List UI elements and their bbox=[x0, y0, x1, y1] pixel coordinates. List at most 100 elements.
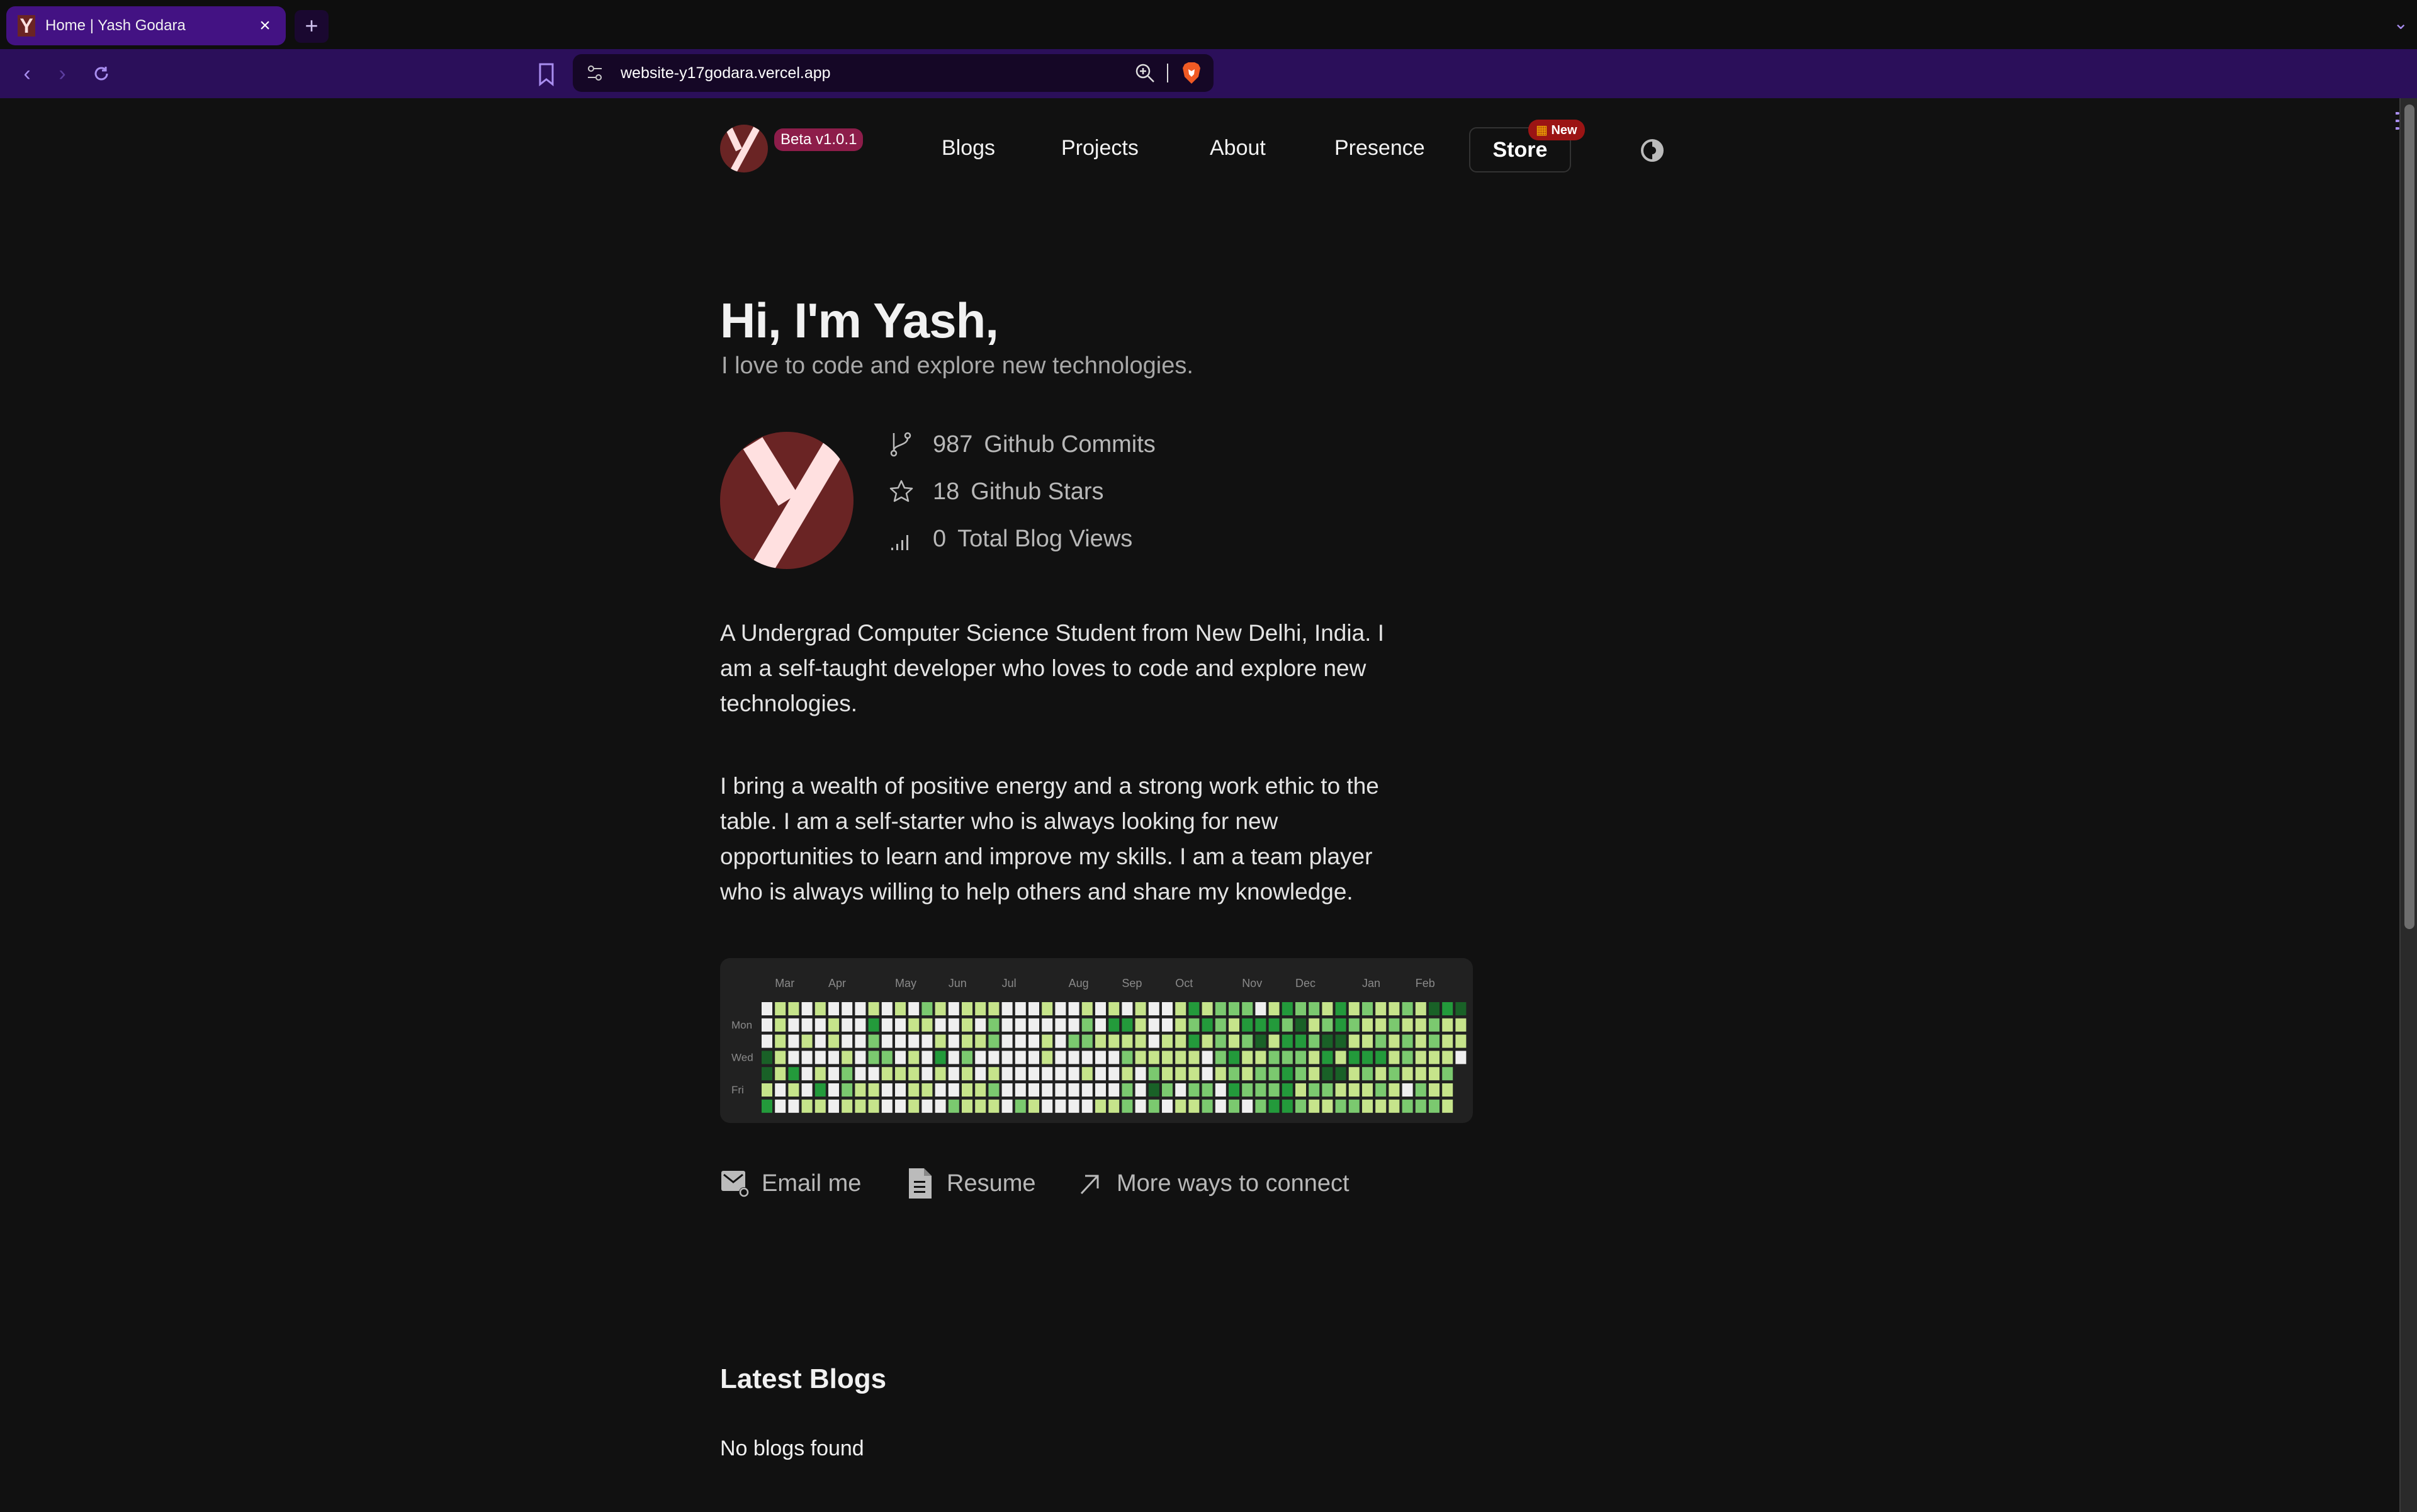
heatmap-cell[interactable] bbox=[1268, 1018, 1280, 1032]
heatmap-cell[interactable] bbox=[1389, 1002, 1400, 1015]
heatmap-cell[interactable] bbox=[1375, 1067, 1387, 1081]
heatmap-cell[interactable] bbox=[1068, 1067, 1079, 1081]
nav-link-about[interactable]: About bbox=[1210, 136, 1266, 161]
more-ways-to-connect-link[interactable]: More ways to connect bbox=[1075, 1167, 1349, 1200]
heatmap-cell[interactable] bbox=[1001, 1067, 1013, 1081]
heatmap-cell[interactable] bbox=[962, 1067, 972, 1081]
heatmap-cell[interactable] bbox=[962, 1099, 972, 1113]
heatmap-cell[interactable] bbox=[1162, 1051, 1173, 1064]
resume-link[interactable]: Resume bbox=[905, 1167, 1036, 1200]
heatmap-cell[interactable] bbox=[1148, 1051, 1159, 1064]
heatmap-cell[interactable] bbox=[1415, 1002, 1426, 1015]
heatmap-cell[interactable] bbox=[1042, 1034, 1053, 1048]
heatmap-cell[interactable] bbox=[1375, 1099, 1387, 1113]
heatmap-cell[interactable] bbox=[1108, 1099, 1120, 1113]
heatmap-cell[interactable] bbox=[962, 1018, 972, 1032]
heatmap-cell[interactable] bbox=[762, 1018, 772, 1032]
heatmap-cell[interactable] bbox=[1162, 1099, 1173, 1113]
brave-shields-icon[interactable] bbox=[1182, 62, 1201, 84]
heatmap-cell[interactable] bbox=[1402, 1067, 1413, 1081]
heatmap-cell[interactable] bbox=[921, 1034, 933, 1048]
heatmap-cell[interactable] bbox=[935, 1067, 946, 1081]
heatmap-cell[interactable] bbox=[1429, 1018, 1439, 1032]
heatmap-cell[interactable] bbox=[1309, 1083, 1320, 1097]
heatmap-cell[interactable] bbox=[1215, 1034, 1226, 1048]
heatmap-cell[interactable] bbox=[1442, 1051, 1453, 1064]
heatmap-cell[interactable] bbox=[1295, 1083, 1306, 1097]
heatmap-cell[interactable] bbox=[828, 1018, 839, 1032]
heatmap-cell[interactable] bbox=[1442, 1067, 1453, 1081]
heatmap-cell[interactable] bbox=[1348, 1051, 1360, 1064]
heatmap-cell[interactable] bbox=[842, 1018, 853, 1032]
heatmap-cell[interactable] bbox=[855, 1002, 866, 1015]
heatmap-cell[interactable] bbox=[1362, 1051, 1373, 1064]
heatmap-cell[interactable] bbox=[1081, 1051, 1093, 1064]
heatmap-cell[interactable] bbox=[1028, 1083, 1039, 1097]
scrollbar-thumb[interactable] bbox=[2404, 104, 2414, 929]
heatmap-cell[interactable] bbox=[775, 1051, 786, 1064]
heatmap-cell[interactable] bbox=[1429, 1034, 1439, 1048]
heatmap-cell[interactable] bbox=[1042, 1099, 1053, 1113]
heatmap-cell[interactable] bbox=[814, 1034, 826, 1048]
heatmap-cell[interactable] bbox=[1268, 1002, 1280, 1015]
heatmap-cell[interactable] bbox=[1402, 1083, 1413, 1097]
heatmap-cell[interactable] bbox=[895, 1099, 906, 1113]
heatmap-cell[interactable] bbox=[1442, 1002, 1453, 1015]
heatmap-cell[interactable] bbox=[1175, 1034, 1186, 1048]
heatmap-cell[interactable] bbox=[1415, 1051, 1426, 1064]
heatmap-cell[interactable] bbox=[814, 1067, 826, 1081]
heatmap-cell[interactable] bbox=[1215, 1067, 1226, 1081]
heatmap-cell[interactable] bbox=[1188, 1051, 1200, 1064]
heatmap-cell[interactable] bbox=[1042, 1067, 1053, 1081]
heatmap-cell[interactable] bbox=[1095, 1067, 1106, 1081]
zoom-icon[interactable] bbox=[1134, 62, 1156, 84]
back-button[interactable]: ‹ bbox=[11, 58, 43, 89]
heatmap-cell[interactable] bbox=[962, 1083, 972, 1097]
heatmap-cell[interactable] bbox=[788, 1002, 799, 1015]
heatmap-cell[interactable] bbox=[1175, 1018, 1186, 1032]
heatmap-cell[interactable] bbox=[1255, 1067, 1266, 1081]
heatmap-cell[interactable] bbox=[868, 1018, 879, 1032]
heatmap-cell[interactable] bbox=[962, 1002, 972, 1015]
heatmap-cell[interactable] bbox=[1429, 1051, 1439, 1064]
heatmap-cell[interactable] bbox=[1028, 1018, 1039, 1032]
heatmap-cell[interactable] bbox=[1095, 1034, 1106, 1048]
heatmap-cell[interactable] bbox=[908, 1067, 920, 1081]
heatmap-cell[interactable] bbox=[801, 1051, 813, 1064]
heatmap-cell[interactable] bbox=[842, 1067, 853, 1081]
heatmap-cell[interactable] bbox=[842, 1099, 853, 1113]
heatmap-cell[interactable] bbox=[814, 1083, 826, 1097]
heatmap-cell[interactable] bbox=[1282, 1083, 1293, 1097]
heatmap-cell[interactable] bbox=[1348, 1067, 1360, 1081]
heatmap-cell[interactable] bbox=[1055, 1034, 1066, 1048]
heatmap-cell[interactable] bbox=[1095, 1099, 1106, 1113]
heatmap-cell[interactable] bbox=[948, 1051, 959, 1064]
heatmap-cell[interactable] bbox=[1429, 1002, 1439, 1015]
heatmap-cell[interactable] bbox=[1309, 1099, 1320, 1113]
heatmap-cell[interactable] bbox=[935, 1083, 946, 1097]
heatmap-cell[interactable] bbox=[1375, 1018, 1387, 1032]
heatmap-cell[interactable] bbox=[1055, 1099, 1066, 1113]
heatmap-cell[interactable] bbox=[1389, 1051, 1400, 1064]
heatmap-cell[interactable] bbox=[948, 1018, 959, 1032]
heatmap-cell[interactable] bbox=[881, 1083, 893, 1097]
heatmap-cell[interactable] bbox=[775, 1067, 786, 1081]
heatmap-cell[interactable] bbox=[1135, 1034, 1146, 1048]
heatmap-cell[interactable] bbox=[1455, 1018, 1467, 1032]
heatmap-cell[interactable] bbox=[921, 1067, 933, 1081]
heatmap-cell[interactable] bbox=[828, 1034, 839, 1048]
heatmap-cell[interactable] bbox=[1148, 1083, 1159, 1097]
heatmap-cell[interactable] bbox=[1282, 1051, 1293, 1064]
site-logo[interactable] bbox=[720, 125, 768, 172]
heatmap-cell[interactable] bbox=[1055, 1051, 1066, 1064]
heatmap-cell[interactable] bbox=[1255, 1051, 1266, 1064]
heatmap-cell[interactable] bbox=[1028, 1051, 1039, 1064]
heatmap-cell[interactable] bbox=[1295, 1067, 1306, 1081]
heatmap-cell[interactable] bbox=[1108, 1034, 1120, 1048]
heatmap-cell[interactable] bbox=[788, 1034, 799, 1048]
heatmap-cell[interactable] bbox=[801, 1067, 813, 1081]
heatmap-cell[interactable] bbox=[1268, 1034, 1280, 1048]
heatmap-cell[interactable] bbox=[1055, 1083, 1066, 1097]
heatmap-cell[interactable] bbox=[1162, 1018, 1173, 1032]
heatmap-cell[interactable] bbox=[1242, 1034, 1253, 1048]
